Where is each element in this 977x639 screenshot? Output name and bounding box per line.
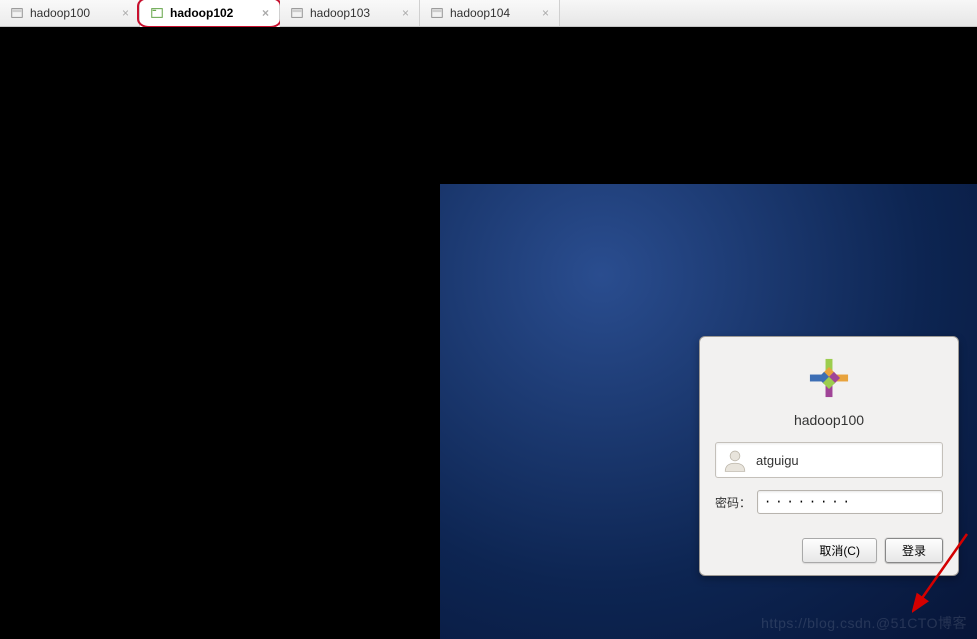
tab-hadoop102[interactable]: hadoop102 × bbox=[140, 0, 280, 27]
password-input[interactable] bbox=[757, 490, 943, 514]
username-value: atguigu bbox=[756, 453, 799, 468]
password-label: 密码： bbox=[715, 494, 751, 511]
login-button[interactable]: 登录 bbox=[885, 538, 943, 563]
cancel-button[interactable]: 取消(C) bbox=[802, 538, 877, 563]
tab-bar: hadoop100 × hadoop102 × hadoop103 × hado… bbox=[0, 0, 977, 27]
tab-label: hadoop103 bbox=[310, 6, 370, 20]
close-icon[interactable]: × bbox=[540, 6, 551, 20]
terminal-icon bbox=[430, 6, 444, 20]
terminal-active-icon bbox=[150, 6, 164, 20]
password-row: 密码： bbox=[715, 490, 943, 514]
hostname-label: hadoop100 bbox=[715, 412, 943, 428]
close-icon[interactable]: × bbox=[400, 6, 411, 20]
username-field[interactable]: atguigu bbox=[715, 442, 943, 478]
tab-label: hadoop104 bbox=[450, 6, 510, 20]
tab-label: hadoop100 bbox=[30, 6, 90, 20]
tab-hadoop103[interactable]: hadoop103 × bbox=[280, 0, 420, 26]
content-area: hadoop100 atguigu 密码： 取消(C) 登录 bbox=[0, 27, 977, 639]
remote-desktop: hadoop100 atguigu 密码： 取消(C) 登录 bbox=[440, 184, 977, 639]
terminal-icon bbox=[290, 6, 304, 20]
terminal-icon bbox=[10, 6, 24, 20]
centos-logo-icon bbox=[803, 352, 855, 404]
login-dialog: hadoop100 atguigu 密码： 取消(C) 登录 bbox=[699, 336, 959, 576]
close-icon[interactable]: × bbox=[260, 6, 271, 20]
tab-label: hadoop102 bbox=[170, 6, 233, 20]
tab-hadoop104[interactable]: hadoop104 × bbox=[420, 0, 560, 26]
close-icon[interactable]: × bbox=[120, 6, 131, 20]
button-row: 取消(C) 登录 bbox=[715, 538, 943, 563]
watermark: https://blog.csdn.@51CTO博客 bbox=[761, 613, 967, 633]
tab-hadoop100[interactable]: hadoop100 × bbox=[0, 0, 140, 26]
user-avatar-icon bbox=[722, 447, 748, 473]
